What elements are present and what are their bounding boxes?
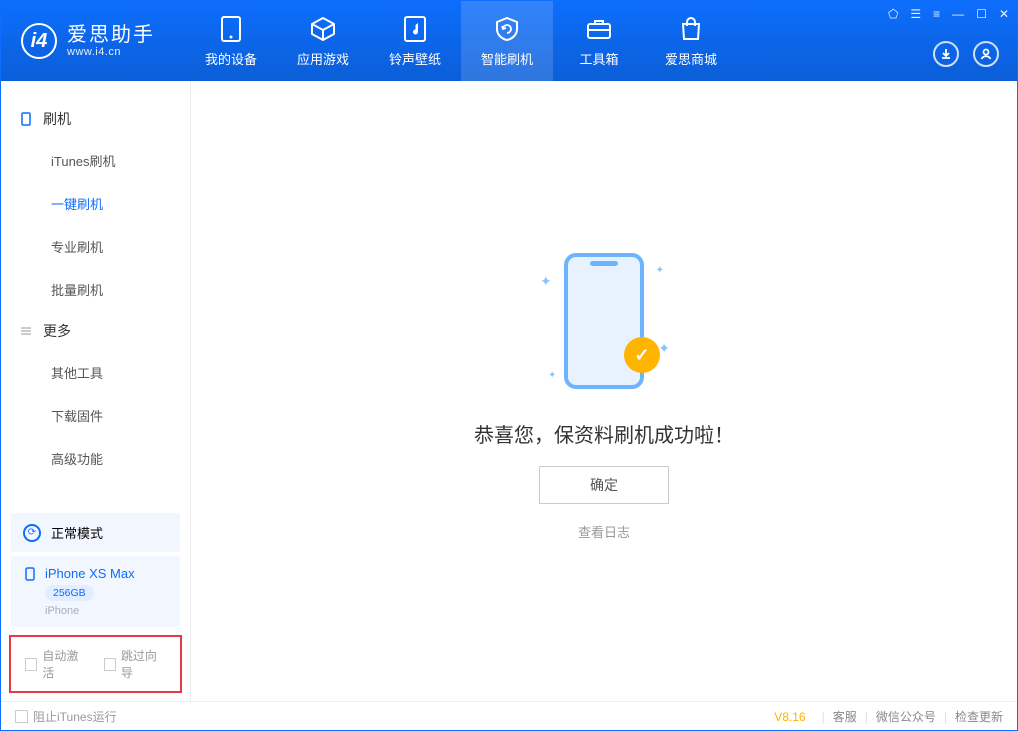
app-header: i4 爱思助手 www.i4.cn 我的设备 应用游戏 铃声壁纸 智能刷机 工具…	[1, 1, 1017, 81]
nav-label: 爱思商城	[665, 49, 717, 68]
check-badge-icon: ✓	[624, 337, 660, 373]
version-text: V8.16	[774, 710, 805, 724]
device-capacity: 256GB	[45, 585, 94, 601]
window-controls-top: ⬠ ☰ ≡ — ☐ ✕	[888, 7, 1009, 21]
close-button[interactable]: ✕	[999, 7, 1009, 21]
device-name-text: iPhone XS Max	[45, 566, 135, 581]
sidebar-item-oneclick-flash[interactable]: 一键刷机	[1, 182, 190, 225]
nav-label: 我的设备	[205, 49, 257, 68]
customer-service-link[interactable]: 客服	[833, 708, 857, 725]
sidebar-item-advanced[interactable]: 高级功能	[1, 437, 190, 480]
nav-label: 应用游戏	[297, 49, 349, 68]
checkbox-skip-guide[interactable]: 跳过向导	[104, 647, 167, 681]
sidebar-item-download-firmware[interactable]: 下载固件	[1, 394, 190, 437]
top-nav: 我的设备 应用游戏 铃声壁纸 智能刷机 工具箱 爱思商城	[185, 1, 737, 81]
checkbox-block-itunes[interactable]: 阻止iTunes运行	[15, 708, 117, 725]
checkbox-label: 阻止iTunes运行	[33, 708, 117, 725]
menu-icon[interactable]: ≡	[933, 7, 940, 21]
checkbox-label: 自动激活	[42, 647, 87, 681]
header-right-icons	[933, 41, 999, 67]
device-mode-text: 正常模式	[51, 523, 103, 542]
nav-my-device[interactable]: 我的设备	[185, 1, 277, 81]
device-info-block[interactable]: iPhone XS Max 256GB iPhone	[11, 556, 180, 627]
sparkle-icon: ✦	[658, 340, 670, 357]
flash-options-row: 自动激活 跳过向导	[9, 635, 182, 693]
sidebar-item-pro-flash[interactable]: 专业刷机	[1, 225, 190, 268]
sidebar-group-more: 更多	[1, 311, 190, 351]
nav-store[interactable]: 爱思商城	[645, 1, 737, 81]
sidebar-item-other-tools[interactable]: 其他工具	[1, 351, 190, 394]
device-icon	[217, 15, 245, 43]
sparkle-icon: ✦	[540, 273, 552, 290]
download-icon[interactable]	[933, 41, 959, 67]
sidebar-item-itunes-flash[interactable]: iTunes刷机	[1, 139, 190, 182]
device-mode-block[interactable]: ⟳ 正常模式	[11, 513, 180, 552]
tshirt-icon[interactable]: ⬠	[888, 7, 898, 21]
minimize-button[interactable]: —	[952, 7, 964, 21]
bag-icon	[677, 15, 705, 43]
ok-button[interactable]: 确定	[539, 466, 669, 504]
logo-area: i4 爱思助手 www.i4.cn	[1, 23, 175, 59]
success-illustration: ✦ ✦ ✦ ✦ ✓	[534, 241, 674, 401]
nav-ringtone-wallpaper[interactable]: 铃声壁纸	[369, 1, 461, 81]
nav-apps-games[interactable]: 应用游戏	[277, 1, 369, 81]
device-type: iPhone	[45, 605, 79, 617]
mode-icon: ⟳	[23, 524, 41, 542]
user-icon[interactable]	[973, 41, 999, 67]
checkbox-label: 跳过向导	[121, 647, 166, 681]
sidebar-item-batch-flash[interactable]: 批量刷机	[1, 268, 190, 311]
group-title-text: 更多	[43, 321, 71, 341]
list-small-icon	[19, 324, 33, 338]
cube-icon	[309, 15, 337, 43]
app-url: www.i4.cn	[67, 46, 155, 58]
sidebar-group-flash: 刷机	[1, 99, 190, 139]
footer: 阻止iTunes运行 V8.16 | 客服 | 微信公众号 | 检查更新	[1, 701, 1017, 731]
nav-smart-flash[interactable]: 智能刷机	[461, 1, 553, 81]
nav-label: 工具箱	[579, 49, 618, 68]
toolbox-icon	[585, 15, 613, 43]
main-content: ✦ ✦ ✦ ✦ ✓ 恭喜您，保资料刷机成功啦！ 确定 查看日志	[191, 81, 1017, 701]
sidebar: 刷机 iTunes刷机 一键刷机 专业刷机 批量刷机 更多 其他工具 下载固件 …	[1, 81, 191, 701]
shield-refresh-icon	[493, 15, 521, 43]
music-file-icon	[401, 15, 429, 43]
success-message: 恭喜您，保资料刷机成功啦！	[474, 419, 734, 448]
view-log-link[interactable]: 查看日志	[578, 522, 630, 541]
app-name: 爱思助手	[67, 24, 155, 46]
list-icon[interactable]: ☰	[910, 7, 921, 21]
sparkle-icon: ✦	[656, 265, 664, 276]
check-update-link[interactable]: 检查更新	[955, 708, 1003, 725]
logo-icon: i4	[21, 23, 57, 59]
maximize-button[interactable]: ☐	[976, 7, 987, 21]
nav-label: 铃声壁纸	[389, 49, 441, 68]
phone-small-icon	[19, 112, 33, 126]
wechat-link[interactable]: 微信公众号	[876, 708, 936, 725]
phone-tiny-icon	[23, 567, 37, 581]
nav-label: 智能刷机	[481, 49, 533, 68]
sparkle-icon: ✦	[548, 370, 556, 381]
checkbox-auto-activate[interactable]: 自动激活	[25, 647, 88, 681]
nav-toolbox[interactable]: 工具箱	[553, 1, 645, 81]
group-title-text: 刷机	[43, 109, 71, 129]
